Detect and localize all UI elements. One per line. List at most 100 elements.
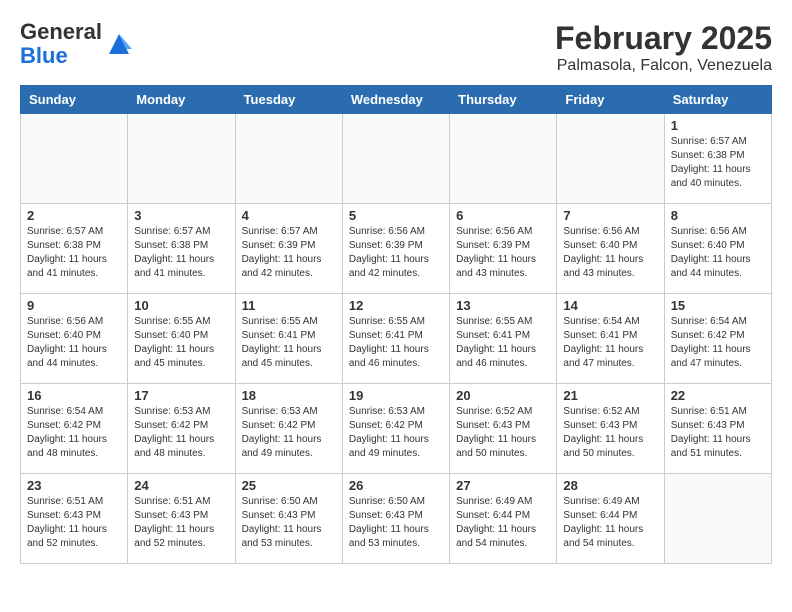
day-number: 16 [27,388,121,403]
day-number: 9 [27,298,121,313]
calendar-cell: 22 Sunrise: 6:51 AM Sunset: 6:43 PM Dayli… [664,384,771,474]
calendar-cell [128,114,235,204]
day-info: Sunrise: 6:52 AM Sunset: 6:43 PM Dayligh… [456,405,550,461]
calendar-header-row: SundayMondayTuesdayWednesdayThursdayFrid… [21,86,772,114]
day-info: Sunrise: 6:50 AM Sunset: 6:43 PM Dayligh… [349,495,443,551]
calendar-cell: 11Sunrise: 6:55 AM Sunset: 6:41 PM Dayli… [235,294,342,384]
day-info: Sunrise: 6:49 AM Sunset: 6:44 PM Dayligh… [456,495,550,551]
week-row-4: 23 Sunrise: 6:51 AM Sunset: 6:43 PM Dayli… [21,474,772,564]
logo-icon [104,29,134,59]
day-number: 27 [456,478,550,493]
calendar-cell: 27 Sunrise: 6:49 AM Sunset: 6:44 PM Dayli… [450,474,557,564]
day-number: 26 [349,478,443,493]
calendar-header-monday: Monday [128,86,235,114]
day-info: Sunrise: 6:56 AM Sunset: 6:40 PM Dayligh… [27,315,121,371]
day-info: Sunrise: 6:53 AM Sunset: 6:42 PM Dayligh… [349,405,443,461]
day-number: 13 [456,298,550,313]
calendar-cell [557,114,664,204]
day-number: 25 [242,478,336,493]
calendar-cell: 12Sunrise: 6:55 AM Sunset: 6:41 PM Dayli… [342,294,449,384]
week-row-1: 2 Sunrise: 6:57 AM Sunset: 6:38 PM Daylig… [21,204,772,294]
week-row-0: 1Sunrise: 6:57 AM Sunset: 6:38 PM Daylig… [21,114,772,204]
calendar-cell [664,474,771,564]
day-info: Sunrise: 6:56 AM Sunset: 6:39 PM Dayligh… [349,225,443,281]
day-info: Sunrise: 6:51 AM Sunset: 6:43 PM Dayligh… [134,495,228,551]
day-number: 4 [242,208,336,223]
day-number: 10 [134,298,228,313]
day-number: 14 [563,298,657,313]
day-info: Sunrise: 6:52 AM Sunset: 6:43 PM Dayligh… [563,405,657,461]
calendar-cell: 2 Sunrise: 6:57 AM Sunset: 6:38 PM Daylig… [21,204,128,294]
calendar-cell: 15 Sunrise: 6:54 AM Sunset: 6:42 PM Dayli… [664,294,771,384]
calendar-cell: 18Sunrise: 6:53 AM Sunset: 6:42 PM Dayli… [235,384,342,474]
calendar-cell: 21 Sunrise: 6:52 AM Sunset: 6:43 PM Dayli… [557,384,664,474]
day-info: Sunrise: 6:57 AM Sunset: 6:39 PM Dayligh… [242,225,336,281]
day-info: Sunrise: 6:57 AM Sunset: 6:38 PM Dayligh… [134,225,228,281]
day-number: 24 [134,478,228,493]
location-title: Palmasola, Falcon, Venezuela [555,57,772,75]
day-number: 7 [563,208,657,223]
calendar-table: SundayMondayTuesdayWednesdayThursdayFrid… [20,85,772,564]
calendar-header-sunday: Sunday [21,86,128,114]
day-info: Sunrise: 6:54 AM Sunset: 6:41 PM Dayligh… [563,315,657,371]
calendar-header-friday: Friday [557,86,664,114]
calendar-header-saturday: Saturday [664,86,771,114]
title-block: February 2025 Palmasola, Falcon, Venezue… [555,20,772,75]
calendar-cell [450,114,557,204]
day-info: Sunrise: 6:49 AM Sunset: 6:44 PM Dayligh… [563,495,657,551]
calendar-header-tuesday: Tuesday [235,86,342,114]
calendar-cell [235,114,342,204]
calendar-header-wednesday: Wednesday [342,86,449,114]
day-number: 6 [456,208,550,223]
logo-blue-text: Blue [20,43,68,68]
calendar-cell [21,114,128,204]
logo-general-text: General [20,19,102,44]
month-title: February 2025 [555,20,772,57]
day-info: Sunrise: 6:53 AM Sunset: 6:42 PM Dayligh… [242,405,336,461]
calendar-cell: 1Sunrise: 6:57 AM Sunset: 6:38 PM Daylig… [664,114,771,204]
week-row-2: 9 Sunrise: 6:56 AM Sunset: 6:40 PM Daylig… [21,294,772,384]
logo: General Blue [20,20,134,68]
calendar-cell: 20 Sunrise: 6:52 AM Sunset: 6:43 PM Dayli… [450,384,557,474]
day-info: Sunrise: 6:55 AM Sunset: 6:41 PM Dayligh… [242,315,336,371]
calendar-cell: 5 Sunrise: 6:56 AM Sunset: 6:39 PM Daylig… [342,204,449,294]
day-number: 5 [349,208,443,223]
calendar-cell: 19Sunrise: 6:53 AM Sunset: 6:42 PM Dayli… [342,384,449,474]
day-number: 3 [134,208,228,223]
day-info: Sunrise: 6:57 AM Sunset: 6:38 PM Dayligh… [27,225,121,281]
day-info: Sunrise: 6:50 AM Sunset: 6:43 PM Dayligh… [242,495,336,551]
day-number: 21 [563,388,657,403]
calendar-cell: 4 Sunrise: 6:57 AM Sunset: 6:39 PM Daylig… [235,204,342,294]
calendar-cell: 28 Sunrise: 6:49 AM Sunset: 6:44 PM Dayli… [557,474,664,564]
day-info: Sunrise: 6:51 AM Sunset: 6:43 PM Dayligh… [27,495,121,551]
calendar-cell: 26 Sunrise: 6:50 AM Sunset: 6:43 PM Dayli… [342,474,449,564]
day-info: Sunrise: 6:51 AM Sunset: 6:43 PM Dayligh… [671,405,765,461]
calendar-cell: 16 Sunrise: 6:54 AM Sunset: 6:42 PM Dayli… [21,384,128,474]
day-info: Sunrise: 6:55 AM Sunset: 6:40 PM Dayligh… [134,315,228,371]
day-number: 1 [671,118,765,133]
day-number: 15 [671,298,765,313]
day-number: 22 [671,388,765,403]
day-info: Sunrise: 6:56 AM Sunset: 6:39 PM Dayligh… [456,225,550,281]
day-number: 8 [671,208,765,223]
day-info: Sunrise: 6:56 AM Sunset: 6:40 PM Dayligh… [563,225,657,281]
day-info: Sunrise: 6:54 AM Sunset: 6:42 PM Dayligh… [27,405,121,461]
calendar-cell: 17Sunrise: 6:53 AM Sunset: 6:42 PM Dayli… [128,384,235,474]
day-number: 17 [134,388,228,403]
day-info: Sunrise: 6:55 AM Sunset: 6:41 PM Dayligh… [349,315,443,371]
day-number: 23 [27,478,121,493]
calendar-cell: 7 Sunrise: 6:56 AM Sunset: 6:40 PM Daylig… [557,204,664,294]
day-info: Sunrise: 6:54 AM Sunset: 6:42 PM Dayligh… [671,315,765,371]
calendar-cell: 24 Sunrise: 6:51 AM Sunset: 6:43 PM Dayli… [128,474,235,564]
calendar-cell: 23 Sunrise: 6:51 AM Sunset: 6:43 PM Dayli… [21,474,128,564]
day-number: 28 [563,478,657,493]
day-info: Sunrise: 6:56 AM Sunset: 6:40 PM Dayligh… [671,225,765,281]
day-info: Sunrise: 6:55 AM Sunset: 6:41 PM Dayligh… [456,315,550,371]
calendar-cell: 14 Sunrise: 6:54 AM Sunset: 6:41 PM Dayli… [557,294,664,384]
day-number: 2 [27,208,121,223]
calendar-cell: 6 Sunrise: 6:56 AM Sunset: 6:39 PM Daylig… [450,204,557,294]
calendar-cell: 25 Sunrise: 6:50 AM Sunset: 6:43 PM Dayli… [235,474,342,564]
calendar-cell: 13 Sunrise: 6:55 AM Sunset: 6:41 PM Dayli… [450,294,557,384]
day-number: 20 [456,388,550,403]
calendar-cell: 8 Sunrise: 6:56 AM Sunset: 6:40 PM Daylig… [664,204,771,294]
